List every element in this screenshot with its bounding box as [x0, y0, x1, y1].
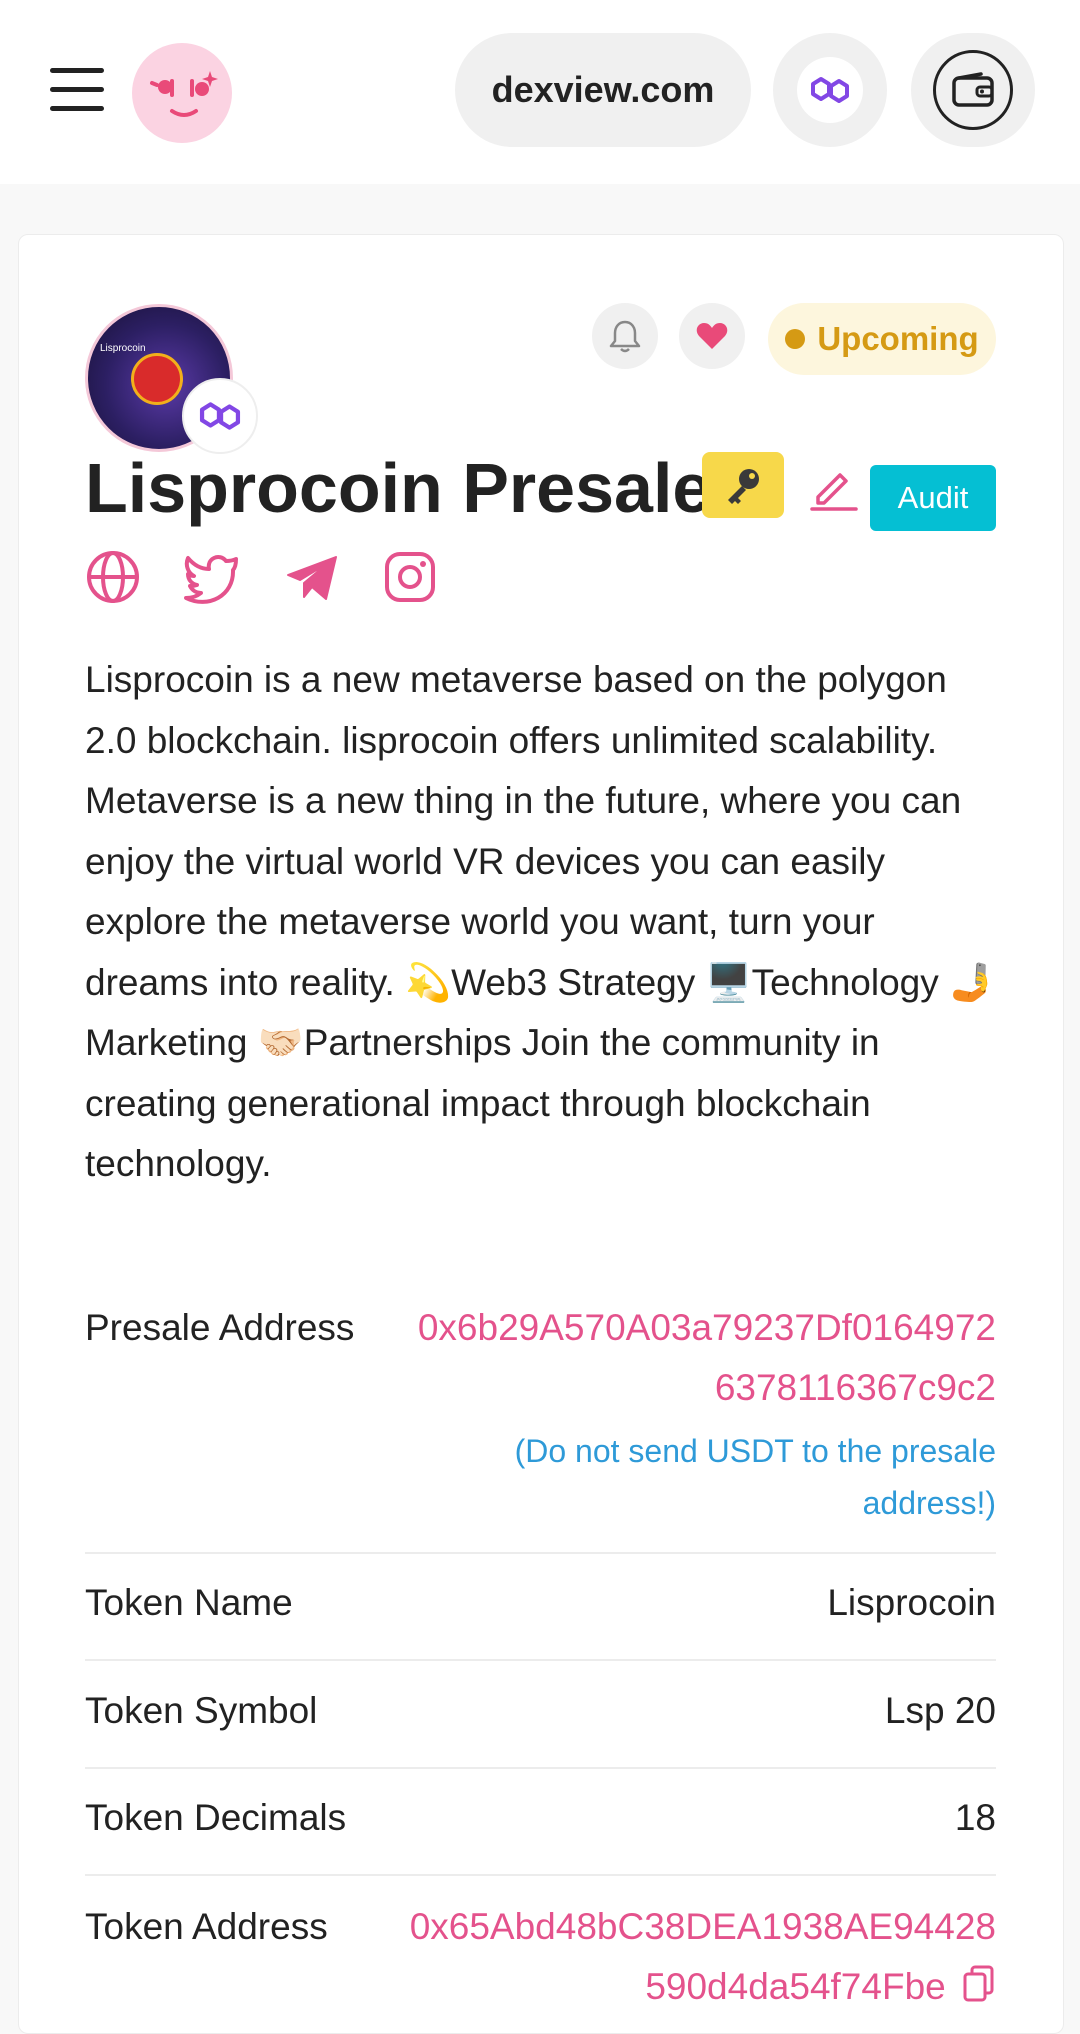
telegram-icon[interactable] — [284, 549, 340, 605]
token-name-label: Token Name — [85, 1582, 293, 1623]
bell-icon — [609, 320, 641, 353]
presale-address-label: Presale Address — [85, 1307, 355, 1348]
wallet-icon — [933, 50, 1013, 130]
presale-address-line2: 6378116367c9c2 — [714, 1367, 996, 1408]
polygon-icon — [797, 57, 863, 123]
divider — [85, 1874, 996, 1876]
token-decimals-row: Token Decimals 18 — [85, 1797, 996, 1839]
status-label: Upcoming — [817, 320, 979, 357]
key-icon — [702, 452, 784, 518]
project-description: Lisprocoin is a new metaverse based on t… — [85, 659, 996, 1184]
top-bar: dexview.com — [0, 0, 1080, 184]
polygon-badge-icon — [182, 378, 258, 454]
notification-bell-button[interactable] — [592, 303, 658, 369]
status-dot — [785, 329, 806, 349]
audit-button[interactable]: Audit — [870, 465, 996, 531]
copy-icon[interactable] — [962, 1965, 996, 2003]
divider — [85, 1659, 996, 1661]
chain-selector-button[interactable] — [773, 33, 887, 147]
token-decimals-value: 18 — [954, 1797, 996, 1838]
presale-warning-line2: address!) — [862, 1485, 996, 1521]
token-address-line2: 590d4da54f74Fbe — [645, 1966, 946, 2007]
favorite-button[interactable] — [679, 303, 745, 369]
divider — [85, 1767, 996, 1769]
website-globe-icon[interactable] — [85, 549, 141, 605]
token-name-value: Lisprocoin — [827, 1582, 996, 1623]
presale-address-line1: 0x6b29A570A03a79237Df0164972 — [417, 1307, 996, 1348]
presale-warning-line1: (Do not send USDT to the presale — [514, 1433, 996, 1469]
hamburger-menu-icon[interactable] — [50, 65, 104, 115]
token-symbol-label: Token Symbol — [85, 1690, 318, 1731]
status-badge: Upcoming — [768, 303, 996, 375]
twitter-icon[interactable] — [184, 549, 240, 605]
token-logo-text: Lisprocoin — [100, 343, 146, 354]
presale-address-value[interactable]: 0x6b29A570A03a79237Df0164972 6378116367c… — [418, 1298, 996, 1418]
smiley-face-logo-icon[interactable] — [132, 43, 232, 143]
divider — [85, 1552, 996, 1554]
domain-button[interactable]: dexview.com — [455, 33, 751, 147]
presale-warning: (Do not send USDT to the presale address… — [480, 1425, 996, 1529]
page-title: Lisprocoin Presale — [85, 449, 712, 527]
presale-address-row: Presale Address 0x6b29A570A03a79237Df016… — [85, 1298, 996, 1418]
token-address-value[interactable]: 0x65Abd48bC38DEA1938AE94428 590d4da54f74… — [410, 1897, 996, 2017]
token-address-line1: 0x65Abd48bC38DEA1938AE94428 — [409, 1906, 996, 1947]
token-decimals-label: Token Decimals — [85, 1797, 347, 1838]
instagram-icon[interactable] — [382, 549, 438, 605]
mascot-image — [131, 353, 183, 405]
token-address-row: Token Address 0x65Abd48bC38DEA1938AE9442… — [85, 1897, 996, 2017]
heart-icon — [696, 323, 728, 349]
token-name-row: Token Name Lisprocoin — [85, 1582, 996, 1624]
token-symbol-value: Lsp 20 — [884, 1690, 996, 1731]
token-address-label: Token Address — [85, 1906, 328, 1947]
edit-icon[interactable] — [810, 463, 858, 511]
wallet-button[interactable] — [911, 33, 1035, 147]
token-symbol-row: Token Symbol Lsp 20 — [85, 1690, 996, 1732]
